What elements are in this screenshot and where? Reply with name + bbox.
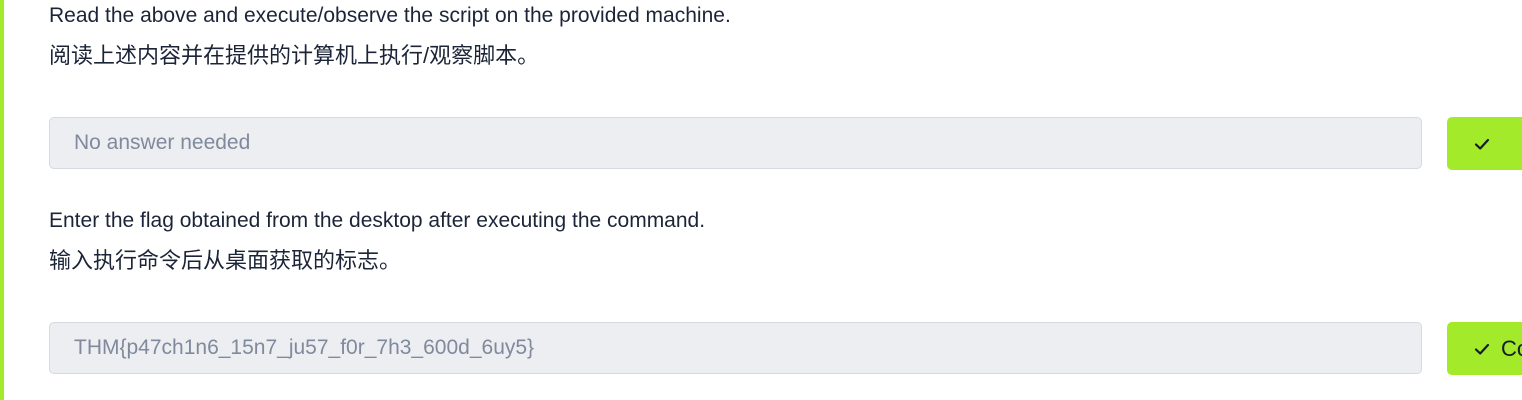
task-questions-panel: Read the above and execute/observe the s… [0,0,1522,400]
question-2: Enter the flag obtained from the desktop… [49,208,1449,275]
question-2-text-en: Enter the flag obtained from the desktop… [49,209,706,232]
question-2-text-zh: 输入执行命令后从桌面获取的标志。 [49,248,402,273]
question-1-text-en: Read the above and execute/observe the s… [49,4,731,27]
question-1-submit-button[interactable] [1447,117,1522,170]
check-icon [1474,343,1490,355]
check-icon [1474,138,1490,150]
question-2-answer-input[interactable] [49,322,1422,374]
question-2-submit-label: Co [1501,335,1522,361]
question-1: Read the above and execute/observe the s… [49,3,1449,70]
question-1-text-zh: 阅读上述内容并在提供的计算机上执行/观察脚本。 [49,43,540,68]
task-accent-bar [0,0,4,400]
question-1-answer-input[interactable] [49,117,1422,169]
question-2-submit-button[interactable]: Co [1447,322,1522,375]
